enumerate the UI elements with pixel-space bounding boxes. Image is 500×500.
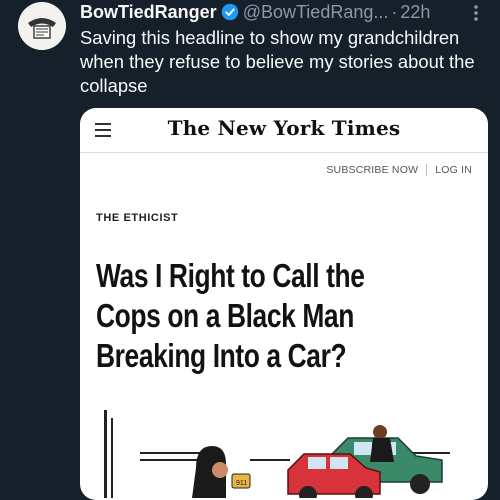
tweet-header: BowTiedRanger @BowTiedRang... · 22h: [80, 0, 490, 24]
account-links: SUBSCRIBE NOW LOG IN: [326, 164, 472, 176]
divider: [426, 164, 428, 176]
subscribe-link[interactable]: SUBSCRIBE NOW: [326, 164, 418, 176]
verified-badge-icon: [221, 3, 238, 21]
avatar[interactable]: [18, 2, 66, 50]
timestamp[interactable]: 22h: [400, 2, 430, 23]
display-name[interactable]: BowTiedRanger: [80, 2, 217, 23]
more-options-icon[interactable]: [466, 4, 486, 22]
separator-dot: ·: [391, 1, 398, 22]
article-illustration: 911: [104, 410, 450, 498]
nyt-masthead: The New York Times: [167, 116, 401, 140]
tweet-media-screenshot[interactable]: The New York Times SUBSCRIBE NOW LOG IN …: [80, 108, 488, 500]
section-label: THE ETHICIST: [96, 212, 179, 224]
nyt-top-bar: The New York Times: [80, 108, 488, 153]
avatar-image: [18, 2, 66, 50]
phone-911-text: 911: [236, 480, 247, 487]
article-headline: Was I Right to Call the Cops on a Black …: [96, 257, 365, 374]
tweet-text: Saving this headline to show my grandchi…: [80, 27, 475, 96]
login-link[interactable]: LOG IN: [435, 164, 472, 176]
user-handle[interactable]: @BowTiedRang...: [243, 2, 389, 23]
